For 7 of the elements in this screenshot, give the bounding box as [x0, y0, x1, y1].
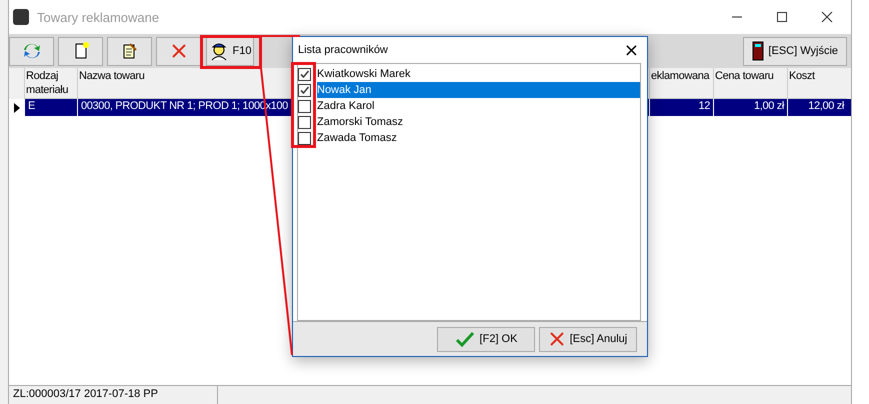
dialog-title: Lista pracowników	[298, 44, 388, 56]
window-title: Towary reklamowane	[37, 10, 160, 24]
status-text: ZL:000003/17 2017-07-18 PP	[9, 386, 218, 404]
table-cell: 1,00 zł	[713, 99, 787, 116]
table-cell: 12	[649, 99, 713, 116]
table-cell: E	[24, 99, 77, 116]
table-cell: 12,00 zł	[787, 99, 847, 116]
